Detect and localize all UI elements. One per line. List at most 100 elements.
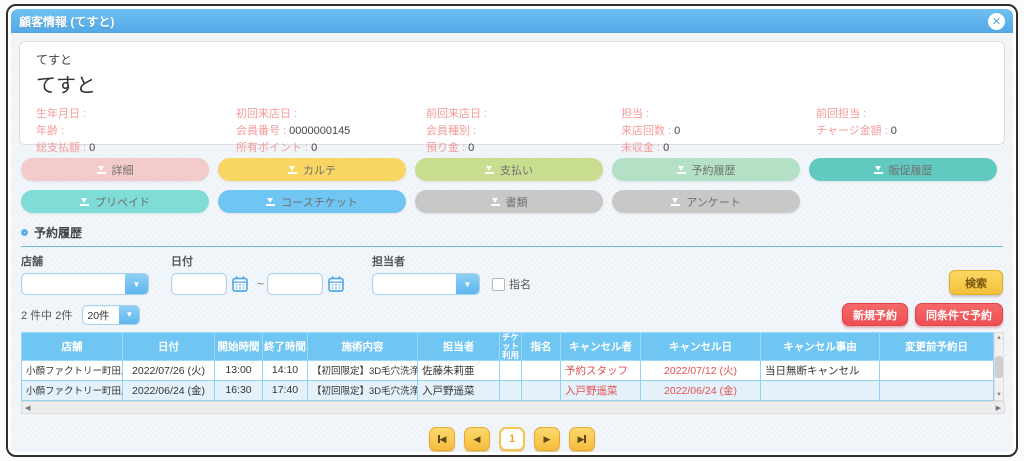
page-size-select[interactable]: 20件 ▼ [82,305,140,325]
section-title: 予約履歴 [34,224,82,241]
reservation-table: 店舗日付開始時間終了時間施術内容担当者チケット利用指名キャンセル者キャンセル日キ… [21,332,994,401]
tab-karte[interactable]: カルテ [218,158,406,181]
tab-promotion-history[interactable]: 販促履歴 [809,158,997,181]
column-header: 指名 [522,333,561,361]
expand-icon [671,197,680,207]
first-page-button[interactable]: ◀ [429,427,455,451]
customer-field: 前回担当 : [816,106,988,123]
page: 顧客情報 (てすと) ✕ てすと てすと 生年月日 :年齢 :総支払額 :0初回… [0,0,1024,461]
expand-icon [97,165,106,175]
calendar-icon[interactable] [327,275,345,293]
tab-details[interactable]: 詳細 [21,158,209,181]
tab-label: 書類 [506,194,528,210]
pagination: ◀ ◀ 1 ▶ ▶ [19,427,1005,451]
tab-row-1: 詳細 カルテ 支払い 予約履歴 販促履歴 [21,158,1003,181]
scrollbar-thumb[interactable] [995,356,1003,378]
customer-kana: てすと [36,51,988,68]
customer-field: 担当 : [621,106,816,123]
next-page-button[interactable]: ▶ [534,427,560,451]
customer-field: 未収金 :0 [621,140,816,157]
customer-info-dialog: 顧客情報 (てすと) ✕ てすと てすと 生年月日 :年齢 :総支払額 :0初回… [6,4,1018,457]
tab-payment[interactable]: 支払い [415,158,603,181]
scroll-right-icon[interactable]: ▶ [996,404,1001,412]
cell-cancel_reason: 当日無断キャンセル [761,360,880,380]
chevron-down-icon: ▼ [119,306,139,324]
tab-label: アンケート [686,194,741,210]
vertical-scrollbar[interactable]: ▲ ▼ [994,332,1004,401]
cell-cancel_by: 予約スタッフ [561,360,641,380]
customer-field: 前回来店日 : [426,106,621,123]
column-header: 終了時間 [263,333,308,361]
customer-field-column: 生年月日 :年齢 :総支払額 :0 [36,106,236,157]
dialog-body: てすと てすと 生年月日 :年齢 :総支払額 :0初回来店日 :会員番号 :00… [11,33,1013,452]
date-range-separator: ~ [257,277,264,291]
expand-icon [491,197,500,207]
section-header: 予約履歴 [21,224,1003,247]
column-header: 変更前予約日 [880,333,994,361]
search-button[interactable]: 検索 [949,270,1003,295]
customer-field: 会員番号 :0000000145 [236,123,426,140]
cell-menu: 【初回限定】3D毛穴洗浄 [308,360,418,380]
cell-ticket [500,380,522,400]
date-filter: 日付 ~ [171,253,350,295]
staff-filter-label: 担当者 [372,253,531,269]
tab-prepaid[interactable]: プリペイド [21,190,209,213]
cell-ticket [500,360,522,380]
tab-questionnaire[interactable]: アンケート [612,190,800,213]
cell-staff: 佐藤朱莉亜 [418,360,500,380]
cell-prev_date [880,360,994,380]
reservation-table-zone: 店舗日付開始時間終了時間施術内容担当者チケット利用指名キャンセル者キャンセル日キ… [21,332,1003,401]
cell-store: 小顔ファクトリー町田店 [22,360,123,380]
scroll-down-icon[interactable]: ▼ [996,392,1002,398]
nomination-checkbox-label: 指名 [509,276,531,292]
table-row[interactable]: 小顔ファクトリー町田店2022/07/26 (火)13:0014:10【初回限定… [22,360,994,380]
tab-reservation-history[interactable]: 予約履歴 [612,158,800,181]
tab-label: カルテ [303,162,336,178]
tab-documents[interactable]: 書類 [415,190,603,213]
cell-start: 13:00 [215,360,263,380]
customer-field: 初回来店日 : [236,106,426,123]
customer-fields: 生年月日 :年齢 :総支払額 :0初回来店日 :会員番号 :0000000145… [36,106,988,157]
column-header: 担当者 [418,333,500,361]
customer-field: 預り金 :0 [426,140,621,157]
last-page-button[interactable]: ▶ [569,427,595,451]
cell-menu: 【初回限定】3D毛穴洗浄 [308,380,418,400]
column-header: キャンセル事由 [761,333,880,361]
store-select[interactable]: ▼ [21,273,149,295]
cell-staff: 入戸野遥菜 [418,380,500,400]
tab-row-2: プリペイド コースチケット 書類 アンケート [21,190,1003,213]
column-header: キャンセル者 [561,333,641,361]
cell-nomination [522,380,561,400]
staff-select[interactable]: ▼ [372,273,480,295]
current-page-button[interactable]: 1 [499,427,525,451]
cell-cancel_date: 2022/07/12 (火) [641,360,761,380]
close-icon[interactable]: ✕ [988,13,1005,30]
scroll-up-icon[interactable]: ▲ [996,335,1002,341]
scroll-left-icon[interactable]: ◀ [25,404,30,412]
date-from-input[interactable] [171,273,227,295]
horizontal-scrollbar[interactable]: ◀ ▶ [21,401,1005,414]
new-reservation-button[interactable]: 新規予約 [842,303,908,326]
staff-filter: 担当者 ▼ 指名 [372,253,531,295]
date-to-input[interactable] [267,273,323,295]
previous-page-button[interactable]: ◀ [464,427,490,451]
customer-field: 会員種別 : [426,123,621,140]
table-row[interactable]: 小顔ファクトリー町田店2022/06/24 (金)16:3017:40【初回限定… [22,380,994,400]
nomination-checkbox[interactable] [492,278,505,291]
cell-cancel_by: 入戸野遥菜 [561,380,641,400]
customer-field: 所有ポイント :0 [236,140,426,157]
filter-bar: 店舗 ▼ 日付 [21,253,1003,295]
tab-course-ticket[interactable]: コースチケット [218,190,406,213]
dialog-titlebar[interactable]: 顧客情報 (てすと) ✕ [11,9,1013,33]
customer-name: てすと [36,69,988,98]
tab-label: コースチケット [281,194,357,210]
customer-field-column: 前回来店日 :会員種別 :預り金 :0 [426,106,621,157]
staff-select-value [373,274,456,294]
cell-cancel_date: 2022/06/24 (金) [641,380,761,400]
tab-label: 予約履歴 [692,162,736,178]
store-select-value [22,274,125,294]
tab-label: プリペイド [95,194,150,210]
same-condition-reservation-button[interactable]: 同条件で予約 [915,303,1003,326]
calendar-icon[interactable] [231,275,249,293]
customer-field: 生年月日 : [36,106,236,123]
